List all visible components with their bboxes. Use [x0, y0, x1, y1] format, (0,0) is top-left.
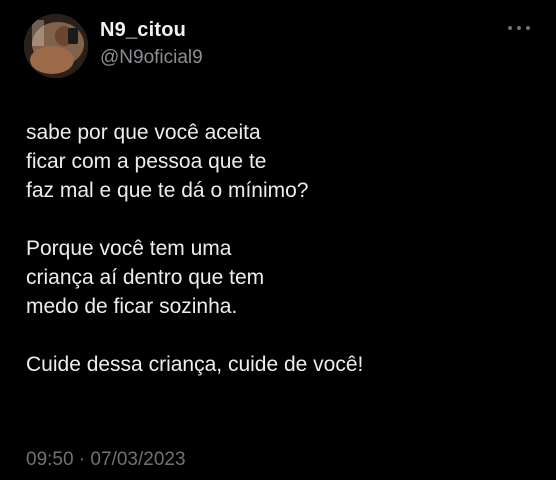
ellipsis-icon — [508, 26, 512, 30]
ellipsis-icon — [517, 26, 521, 30]
tweet-header: N9_citou @N9oficial9 — [100, 18, 203, 70]
tweet-paragraph: Porque você tem uma criança aí dentro qu… — [26, 234, 526, 321]
avatar-photo-icon — [24, 14, 88, 78]
tweet-timestamp[interactable]: 09:50 · 07/03/2023 — [26, 448, 186, 472]
avatar[interactable] — [24, 14, 88, 78]
tweet-line: ficar com a pessoa que te — [26, 150, 267, 173]
tweet-paragraph: Cuide dessa criança, cuide de você! — [26, 350, 526, 379]
tweet-line: faz mal e que te dá o mínimo? — [26, 179, 309, 202]
more-options-button[interactable] — [508, 22, 530, 34]
tweet-line: medo de ficar sozinha. — [26, 295, 238, 318]
user-handle[interactable]: @N9oficial9 — [100, 46, 203, 70]
tweet-line: Porque você tem uma — [26, 237, 232, 260]
tweet-line: criança aí dentro que tem — [26, 266, 265, 289]
display-name[interactable]: N9_citou — [100, 18, 203, 42]
tweet-line: sabe por que você aceita — [26, 121, 261, 144]
ellipsis-icon — [526, 26, 530, 30]
tweet-body: sabe por que você aceita ficar com a pes… — [26, 118, 526, 379]
tweet-card: N9_citou @N9oficial9 sabe por que você a… — [0, 0, 556, 480]
tweet-paragraph: sabe por que você aceita ficar com a pes… — [26, 118, 526, 205]
tweet-line: Cuide dessa criança, cuide de você! — [26, 353, 364, 376]
